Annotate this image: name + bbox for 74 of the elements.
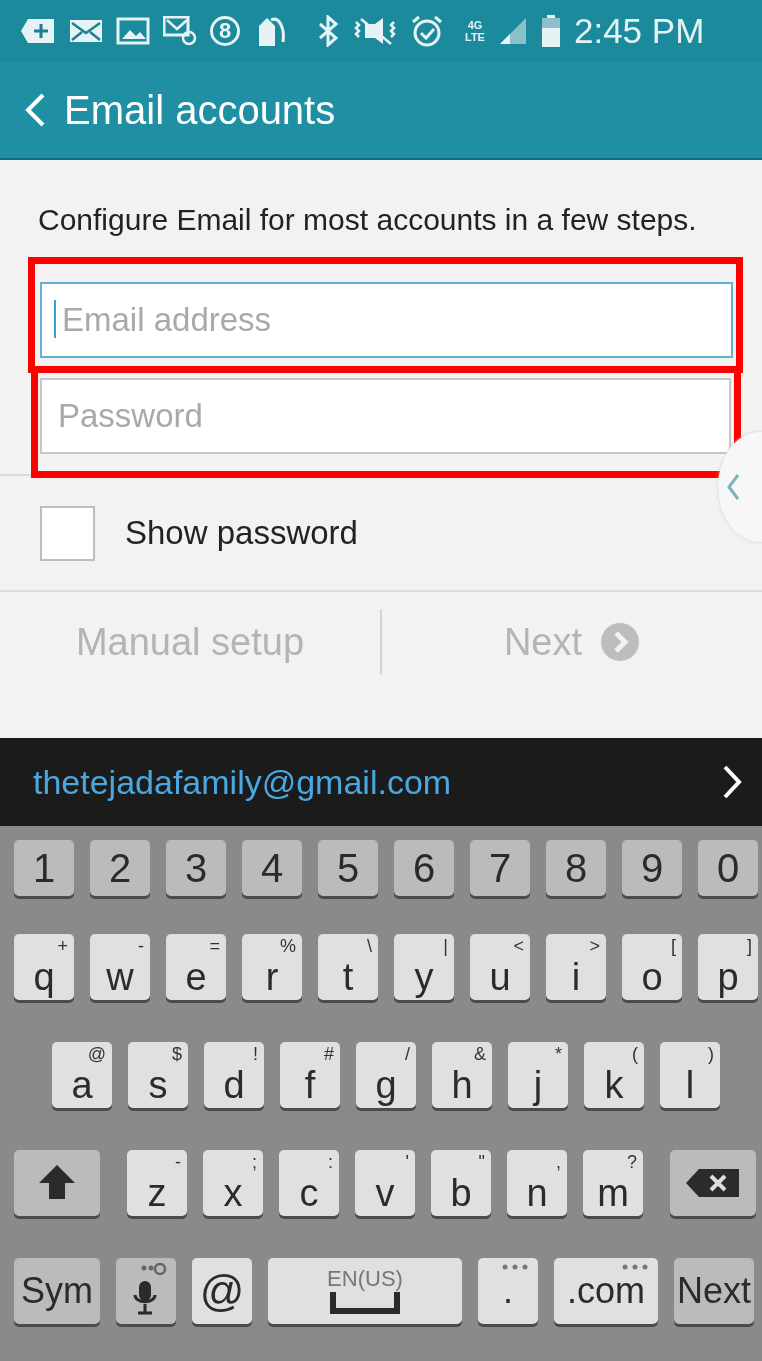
key[interactable]: ) l bbox=[660, 1042, 720, 1108]
key[interactable]: & h bbox=[432, 1042, 492, 1108]
more-dots-icon bbox=[622, 1264, 648, 1270]
key[interactable]: 0 bbox=[698, 840, 758, 896]
dotcom-key[interactable]: .com bbox=[554, 1258, 658, 1324]
expand-button[interactable] bbox=[722, 765, 742, 799]
shift-key[interactable] bbox=[14, 1150, 100, 1216]
at-key[interactable]: @ bbox=[192, 1258, 252, 1324]
space-bar-icon bbox=[330, 1292, 400, 1314]
key[interactable]: = e bbox=[166, 934, 226, 1000]
key[interactable]: , n bbox=[507, 1150, 567, 1216]
key[interactable]: + q bbox=[14, 934, 74, 1000]
mail-at-icon bbox=[163, 16, 197, 46]
vibrate-mute-icon bbox=[353, 16, 397, 46]
battery-icon bbox=[540, 14, 561, 48]
key[interactable]: * j bbox=[508, 1042, 568, 1108]
key[interactable]: > i bbox=[546, 934, 606, 1000]
symbols-key[interactable]: Sym bbox=[14, 1258, 100, 1324]
backspace-icon bbox=[685, 1167, 741, 1199]
network-type: 4G bbox=[467, 19, 483, 31]
key[interactable]: \ t bbox=[318, 934, 378, 1000]
checkbox-label: Show password bbox=[125, 514, 358, 552]
voice-input-key[interactable] bbox=[116, 1258, 176, 1324]
key[interactable]: 6 bbox=[394, 840, 454, 896]
key[interactable]: - w bbox=[90, 934, 150, 1000]
key[interactable]: ? m bbox=[583, 1150, 643, 1216]
key[interactable]: $ s bbox=[128, 1042, 188, 1108]
key[interactable]: 2 bbox=[90, 840, 150, 896]
key[interactable]: " b bbox=[431, 1150, 491, 1216]
email-field[interactable]: Email address bbox=[40, 282, 733, 358]
key[interactable]: : c bbox=[279, 1150, 339, 1216]
key[interactable]: | y bbox=[394, 934, 454, 1000]
key[interactable]: # f bbox=[280, 1042, 340, 1108]
period-key[interactable]: . bbox=[478, 1258, 538, 1324]
add-icon bbox=[20, 16, 56, 46]
more-dots-icon bbox=[502, 1264, 528, 1270]
screen-title: Email accounts bbox=[64, 87, 336, 133]
back-icon bbox=[24, 92, 46, 128]
key[interactable]: ! d bbox=[204, 1042, 264, 1108]
image-icon bbox=[116, 17, 150, 45]
clock: 2:45 PM bbox=[573, 11, 705, 51]
alarm-icon bbox=[410, 14, 444, 48]
key[interactable]: ( k bbox=[584, 1042, 644, 1108]
chevron-circle-icon bbox=[600, 622, 641, 662]
key[interactable]: 3 bbox=[166, 840, 226, 896]
key[interactable]: < u bbox=[470, 934, 530, 1000]
network-type: LTE bbox=[465, 31, 485, 43]
key[interactable]: 1 bbox=[14, 840, 74, 896]
key[interactable]: 7 bbox=[470, 840, 530, 896]
back-button[interactable] bbox=[24, 92, 46, 128]
next-key[interactable]: Next bbox=[674, 1258, 754, 1324]
key[interactable]: ; x bbox=[203, 1150, 263, 1216]
key[interactable]: % r bbox=[242, 934, 302, 1000]
key[interactable]: 9 bbox=[622, 840, 682, 896]
key[interactable]: 4 bbox=[242, 840, 302, 896]
key[interactable]: ' v bbox=[355, 1150, 415, 1216]
checkbox[interactable] bbox=[40, 505, 95, 561]
key[interactable]: ] p bbox=[698, 934, 758, 1000]
key[interactable]: [ o bbox=[622, 934, 682, 1000]
text-cursor bbox=[54, 300, 56, 338]
suggestion-item[interactable]: thetejadafamily@gmail.com bbox=[33, 762, 452, 802]
chevron-right-icon bbox=[722, 765, 742, 799]
backspace-key[interactable] bbox=[670, 1150, 756, 1216]
mail-icon bbox=[69, 18, 103, 44]
key[interactable]: - z bbox=[127, 1150, 187, 1216]
description-text: Configure Email for most accounts in a few steps. bbox=[38, 202, 698, 238]
chevron-left-icon bbox=[726, 473, 740, 501]
key[interactable]: @ a bbox=[52, 1042, 112, 1108]
key[interactable]: / g bbox=[356, 1042, 416, 1108]
key[interactable]: 5 bbox=[318, 840, 378, 896]
notification-badge: 8 bbox=[210, 16, 240, 46]
key[interactable]: 8 bbox=[546, 840, 606, 896]
bluetooth-icon bbox=[316, 15, 340, 47]
password-field[interactable]: Password bbox=[40, 378, 731, 454]
